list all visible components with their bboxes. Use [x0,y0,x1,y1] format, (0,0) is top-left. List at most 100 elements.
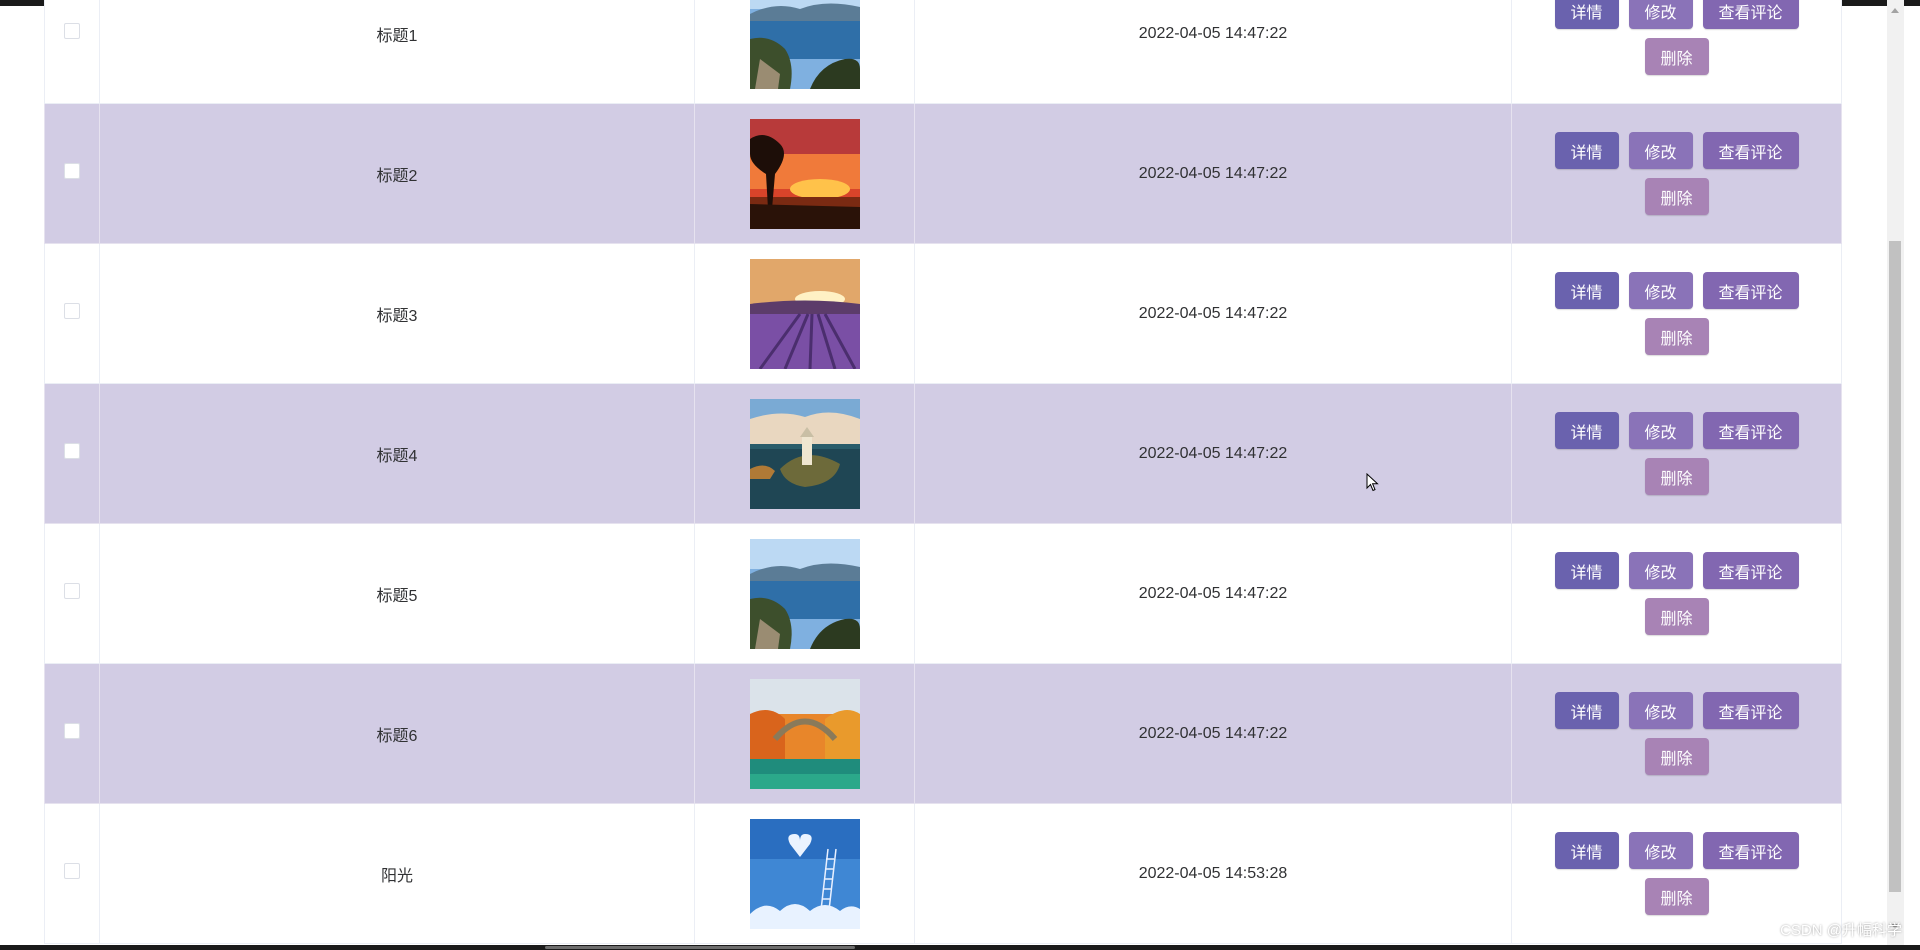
detail-button[interactable]: 详情 [1554,552,1619,589]
table-row: 阳光 2022-04-05 14:53:28 详情 修改 查看评论 删除 [44,803,1842,944]
delete-button[interactable]: 删除 [1644,318,1709,355]
row-checkbox-cell [44,0,100,104]
scroll-up-arrow-icon[interactable] [1891,8,1899,13]
title-cell: 标题5 [99,523,695,664]
row-actions-top: 详情 修改 查看评论 [1554,0,1799,29]
image-cell [694,383,915,524]
table-row: 标题3 2022-04-05 14:47:22 详情 修改 查看评论 删除 [44,243,1842,384]
view-comments-button[interactable]: 查看评论 [1702,412,1799,449]
row-actions-top: 详情 修改 查看评论 [1554,412,1799,449]
row-thumbnail[interactable] [749,258,860,369]
delete-button[interactable]: 删除 [1644,458,1709,495]
delete-button[interactable]: 删除 [1644,878,1709,915]
edit-button[interactable]: 修改 [1628,412,1693,449]
scrollbar-thumb[interactable] [1889,241,1901,892]
table-row: 标题4 2022-04-05 14:47:22 详情 修改 查看评论 删除 [44,383,1842,524]
image-cell [694,243,915,384]
row-thumbnail[interactable] [749,678,860,789]
edit-button[interactable]: 修改 [1628,272,1693,309]
edit-button[interactable]: 修改 [1628,692,1693,729]
row-thumbnail[interactable] [749,538,860,649]
view-comments-button[interactable]: 查看评论 [1702,692,1799,729]
edit-button[interactable]: 修改 [1628,832,1693,869]
delete-button[interactable]: 删除 [1644,598,1709,635]
mouse-cursor-icon [1366,473,1379,492]
view-comments-button[interactable]: 查看评论 [1702,132,1799,169]
edit-button[interactable]: 修改 [1628,132,1693,169]
row-checkbox[interactable] [64,723,80,739]
row-checkbox[interactable] [64,163,80,179]
edit-button[interactable]: 修改 [1628,552,1693,589]
image-cell [694,803,915,944]
row-checkbox[interactable] [64,863,80,879]
table-row: 标题2 2022-04-05 14:47:22 详情 修改 查看评论 删除 [44,103,1842,244]
row-timestamp: 2022-04-05 14:47:22 [1138,24,1288,42]
row-actions: 详情 修改 查看评论 删除 [1512,272,1841,355]
row-title: 阳光 [380,867,413,885]
view-comments-button[interactable]: 查看评论 [1702,832,1799,869]
row-timestamp: 2022-04-05 14:47:22 [1138,724,1288,742]
sky-heart-ladder-photo [749,818,860,929]
row-actions-top: 详情 修改 查看评论 [1554,552,1799,589]
image-cell [694,0,915,104]
row-thumbnail[interactable] [749,818,860,929]
row-actions-top: 详情 修改 查看评论 [1554,832,1799,869]
image-cell [694,103,915,244]
autumn-bridge-photo [749,678,860,789]
row-actions: 详情 修改 查看评论 删除 [1512,832,1841,915]
row-checkbox-cell [44,663,100,804]
time-cell: 2022-04-05 14:47:22 [914,523,1512,664]
detail-button[interactable]: 详情 [1554,272,1619,309]
detail-button[interactable]: 详情 [1554,692,1619,729]
lavender-field-photo [749,258,860,369]
detail-button[interactable]: 详情 [1554,412,1619,449]
detail-button[interactable]: 详情 [1554,132,1619,169]
row-checkbox[interactable] [64,443,80,459]
actions-cell: 详情 修改 查看评论 删除 [1511,103,1842,244]
row-timestamp: 2022-04-05 14:47:22 [1138,164,1288,182]
time-cell: 2022-04-05 14:47:22 [914,243,1512,384]
table-row: 标题6 2022-04-05 14:47:22 详情 修改 查看评论 删除 [44,663,1842,804]
title-cell: 标题3 [99,243,695,384]
vertical-scrollbar[interactable] [1887,0,1904,950]
island-castle-photo [749,398,860,509]
watermark: CSDN @升幅科学 [1780,922,1902,939]
edit-button[interactable]: 修改 [1628,0,1693,29]
view-comments-button[interactable]: 查看评论 [1702,0,1799,29]
title-cell: 阳光 [99,803,695,944]
row-actions: 详情 修改 查看评论 删除 [1512,0,1841,75]
delete-button[interactable]: 删除 [1644,38,1709,75]
delete-button[interactable]: 删除 [1644,178,1709,215]
table-row: 标题5 2022-04-05 14:47:22 详情 修改 查看评论 删除 [44,523,1842,664]
row-timestamp: 2022-04-05 14:47:22 [1138,444,1288,462]
row-checkbox[interactable] [64,303,80,319]
row-checkbox-cell [44,383,100,524]
row-title: 标题2 [376,167,418,185]
delete-button[interactable]: 删除 [1644,738,1709,775]
horizontal-scroll-indicator[interactable] [545,946,855,949]
actions-cell: 详情 修改 查看评论 删除 [1511,523,1842,664]
row-timestamp: 2022-04-05 14:53:28 [1138,864,1288,882]
time-cell: 2022-04-05 14:53:28 [914,803,1512,944]
actions-cell: 详情 修改 查看评论 删除 [1511,243,1842,384]
title-cell: 标题2 [99,103,695,244]
row-actions: 详情 修改 查看评论 删除 [1512,412,1841,495]
time-cell: 2022-04-05 14:47:22 [914,383,1512,524]
image-cell [694,663,915,804]
row-checkbox[interactable] [64,583,80,599]
row-actions: 详情 修改 查看评论 删除 [1512,132,1841,215]
row-thumbnail[interactable] [749,0,860,89]
row-timestamp: 2022-04-05 14:47:22 [1138,304,1288,322]
view-comments-button[interactable]: 查看评论 [1702,552,1799,589]
view-comments-button[interactable]: 查看评论 [1702,272,1799,309]
row-thumbnail[interactable] [749,118,860,229]
detail-button[interactable]: 详情 [1554,0,1619,29]
detail-button[interactable]: 详情 [1554,832,1619,869]
time-cell: 2022-04-05 14:47:22 [914,0,1512,104]
title-cell: 标题6 [99,663,695,804]
row-timestamp: 2022-04-05 14:47:22 [1138,584,1288,602]
row-title: 标题1 [376,27,418,45]
row-thumbnail[interactable] [749,398,860,509]
row-checkbox[interactable] [64,23,80,39]
row-actions-top: 详情 修改 查看评论 [1554,692,1799,729]
